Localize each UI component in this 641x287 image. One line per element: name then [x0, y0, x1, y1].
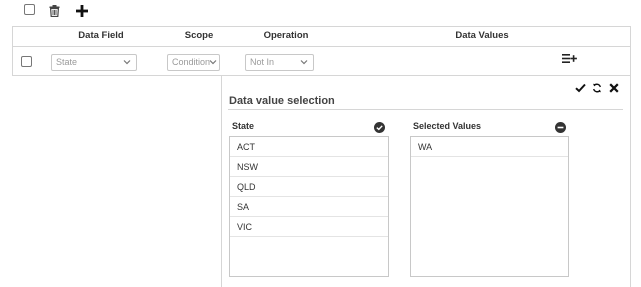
- chevron-down-icon: [123, 60, 131, 65]
- minus-circle-icon[interactable]: [555, 122, 566, 133]
- operation-select-value: Not In: [250, 57, 275, 67]
- data-field-select[interactable]: State: [51, 54, 137, 71]
- selected-values-list: WA: [410, 136, 569, 277]
- list-item[interactable]: VIC: [230, 217, 388, 237]
- selected-list-title: Selected Values: [413, 121, 482, 131]
- list-add-icon[interactable]: [562, 53, 577, 64]
- header-scope: Scope: [184, 30, 214, 41]
- source-values-list: ACT NSW QLD SA VIC: [229, 136, 389, 277]
- reset-icon[interactable]: [592, 83, 602, 93]
- list-item[interactable]: WA: [411, 137, 568, 157]
- select-all-toolbar-checkbox[interactable]: [24, 4, 35, 15]
- table-header-divider: [12, 46, 631, 47]
- list-item[interactable]: SA: [230, 197, 388, 217]
- list-item[interactable]: ACT: [230, 137, 388, 157]
- chevron-down-icon: [209, 60, 217, 65]
- header-operation: Operation: [263, 30, 309, 41]
- scope-select-value: Condition: [172, 57, 211, 67]
- close-icon[interactable]: [609, 83, 619, 93]
- header-data-field: Data Field: [78, 30, 124, 41]
- header-data-values: Data Values: [455, 30, 509, 41]
- trash-icon[interactable]: [49, 5, 60, 17]
- chevron-down-icon: [300, 60, 308, 65]
- list-item[interactable]: NSW: [230, 157, 388, 177]
- check-icon[interactable]: [575, 83, 586, 93]
- operation-select[interactable]: Not In: [245, 54, 314, 71]
- source-list-title: State: [232, 121, 255, 131]
- check-circle-icon[interactable]: [374, 122, 385, 133]
- plus-icon[interactable]: [76, 5, 88, 17]
- list-item[interactable]: QLD: [230, 177, 388, 197]
- panel-title: Data value selection: [229, 95, 335, 107]
- scope-select[interactable]: Condition: [167, 54, 220, 71]
- row-checkbox[interactable]: [21, 56, 32, 67]
- panel-title-divider: [228, 109, 623, 110]
- data-field-select-value: State: [56, 57, 78, 67]
